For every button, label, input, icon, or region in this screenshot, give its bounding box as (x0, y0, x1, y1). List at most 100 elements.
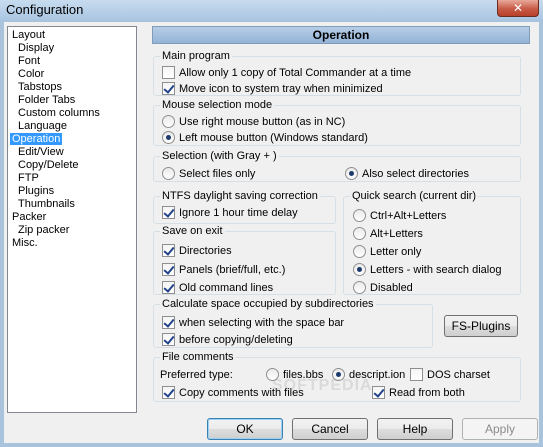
tree-item-label: Layout (12, 29, 46, 41)
tree-item-label: Folder Tabs (18, 94, 76, 106)
tree-item-label: Plugins (18, 185, 55, 197)
checkbox-label: Move icon to system tray when minimized (179, 83, 383, 95)
tree-item[interactable]: Edit/View (8, 146, 136, 159)
tree-item[interactable]: Language (8, 120, 136, 133)
radio-label: Alt+Letters (370, 228, 423, 240)
checkbox-label: Directories (179, 245, 232, 257)
allow-one-copy-checkbox[interactable]: Allow only 1 copy of Total Commander at … (162, 66, 411, 80)
dialog-client: Layout Display Font Color Tabstops Folder Tab… (4, 22, 539, 443)
tree-item[interactable]: Display (8, 42, 136, 55)
tree-item-label: Thumbnails (18, 198, 75, 210)
tree-item[interactable]: Tabstops (8, 81, 136, 94)
checkbox-box[interactable] (162, 244, 175, 257)
save-on-exit-group: Save on exit Directories Panels (brief/f… (153, 225, 336, 295)
before-copying-checkbox[interactable]: before copying/deleting (162, 333, 293, 347)
radio-circle[interactable] (345, 167, 358, 180)
letter-only-radio[interactable]: Letter only (353, 245, 421, 259)
tree-item[interactable]: Folder Tabs (8, 94, 136, 107)
checkbox-label: when selecting with the space bar (179, 317, 345, 329)
checkbox-label: Read from both (389, 387, 465, 399)
close-button[interactable]: ✕ (497, 0, 539, 17)
tree-item[interactable]: Color (8, 68, 136, 81)
letters-search-dialog-radio[interactable]: Letters - with search dialog (353, 263, 501, 277)
watermark: SOFTPEDIA (272, 377, 373, 394)
select-files-only-radio[interactable]: Select files only (162, 167, 255, 181)
radio-label: Use right mouse button (as in NC) (179, 116, 346, 128)
radio-label: Ctrl+Alt+Letters (370, 210, 447, 222)
checkbox-box[interactable] (162, 333, 175, 346)
tree-item[interactable]: Font (8, 55, 136, 68)
radio-circle[interactable] (353, 263, 366, 276)
close-icon: ✕ (512, 1, 524, 15)
space-bar-checkbox[interactable]: when selecting with the space bar (162, 316, 344, 330)
selection-group: Selection (with Gray + ) Select files on… (153, 150, 521, 182)
tree-item[interactable]: Layout (8, 29, 136, 42)
category-tree[interactable]: Layout Display Font Color Tabstops Folder Tab… (7, 26, 137, 413)
move-icon-tray-checkbox[interactable]: Move icon to system tray when minimized (162, 82, 383, 96)
tree-item[interactable]: Misc. (8, 237, 136, 250)
alt-letters-radio[interactable]: Alt+Letters (353, 227, 423, 241)
help-button[interactable]: Help (377, 418, 453, 440)
checkbox-box[interactable] (162, 66, 175, 79)
radio-circle[interactable] (353, 227, 366, 240)
read-both-checkbox[interactable]: Read from both (372, 386, 465, 400)
quick-search-disabled-radio[interactable]: Disabled (353, 281, 413, 295)
fs-plugins-button[interactable]: FS-Plugins (444, 315, 518, 337)
checkbox-label: Old command lines (179, 282, 274, 294)
apply-button[interactable]: Apply (462, 418, 538, 440)
checkbox-box[interactable] (410, 368, 423, 381)
right-mouse-radio[interactable]: Use right mouse button (as in NC) (162, 115, 345, 129)
radio-circle[interactable] (353, 209, 366, 222)
tree-item-label: Operation (10, 133, 63, 145)
checkbox-box[interactable] (162, 82, 175, 95)
tree-item[interactable]: Operation (8, 133, 136, 146)
group-title: Quick search (current dir) (350, 190, 479, 202)
radio-circle[interactable] (162, 167, 175, 180)
checkbox-box[interactable] (162, 206, 175, 219)
checkbox-box[interactable] (162, 281, 175, 294)
ignore-hour-checkbox[interactable]: Ignore 1 hour time delay (162, 206, 298, 220)
radio-circle[interactable] (353, 245, 366, 258)
radio-label: Left mouse button (Windows standard) (179, 132, 368, 144)
tree-item[interactable]: Thumbnails (8, 198, 136, 211)
save-directories-checkbox[interactable]: Directories (162, 244, 232, 258)
group-title: Calculate space occupied by subdirectori… (160, 298, 376, 310)
left-mouse-radio[interactable]: Left mouse button (Windows standard) (162, 131, 368, 145)
group-title: Mouse selection mode (160, 99, 275, 111)
tree-item[interactable]: Packer (8, 211, 136, 224)
group-title: Save on exit (160, 225, 225, 237)
tree-item[interactable]: Zip packer (8, 224, 136, 237)
cancel-button[interactable]: Cancel (292, 418, 368, 440)
also-select-dirs-radio[interactable]: Also select directories (345, 167, 469, 181)
tree-item-label: Zip packer (18, 224, 70, 236)
radio-label: Letter only (370, 246, 422, 258)
tree-item-label: Edit/View (18, 146, 64, 158)
quick-search-group: Quick search (current dir) Ctrl+Alt+Lett… (343, 190, 521, 295)
dos-charset-checkbox[interactable]: DOS charset (410, 368, 490, 382)
radio-circle[interactable] (162, 131, 175, 144)
tree-item[interactable]: FTP (8, 172, 136, 185)
checkbox-box[interactable] (162, 386, 175, 399)
radio-label: Letters - with search dialog (370, 264, 502, 276)
radio-circle[interactable] (162, 115, 175, 128)
checkbox-box[interactable] (372, 386, 385, 399)
tree-item-label: Tabstops (18, 81, 63, 93)
checkbox-box[interactable] (162, 316, 175, 329)
ctrl-alt-letters-radio[interactable]: Ctrl+Alt+Letters (353, 209, 446, 223)
tree-item[interactable]: Copy/Delete (8, 159, 136, 172)
group-title: File comments (160, 351, 236, 363)
radio-circle[interactable] (353, 281, 366, 294)
preferred-type-label: Preferred type: (160, 369, 233, 381)
save-panels-checkbox[interactable]: Panels (brief/full, etc.) (162, 263, 285, 277)
window-title: Configuration (6, 2, 84, 17)
ok-button[interactable]: OK (207, 418, 283, 440)
save-old-cmd-checkbox[interactable]: Old command lines (162, 281, 273, 295)
tree-item-label: Display (18, 42, 55, 54)
tree-item-label: Color (18, 68, 45, 80)
page-title: Operation (152, 26, 530, 44)
ntfs-group: NTFS daylight saving correction Ignore 1… (153, 190, 336, 224)
checkbox-box[interactable] (162, 263, 175, 276)
mouse-selection-group: Mouse selection mode Use right mouse but… (153, 99, 521, 146)
tree-item[interactable]: Plugins (8, 185, 136, 198)
tree-item[interactable]: Custom columns (8, 107, 136, 120)
